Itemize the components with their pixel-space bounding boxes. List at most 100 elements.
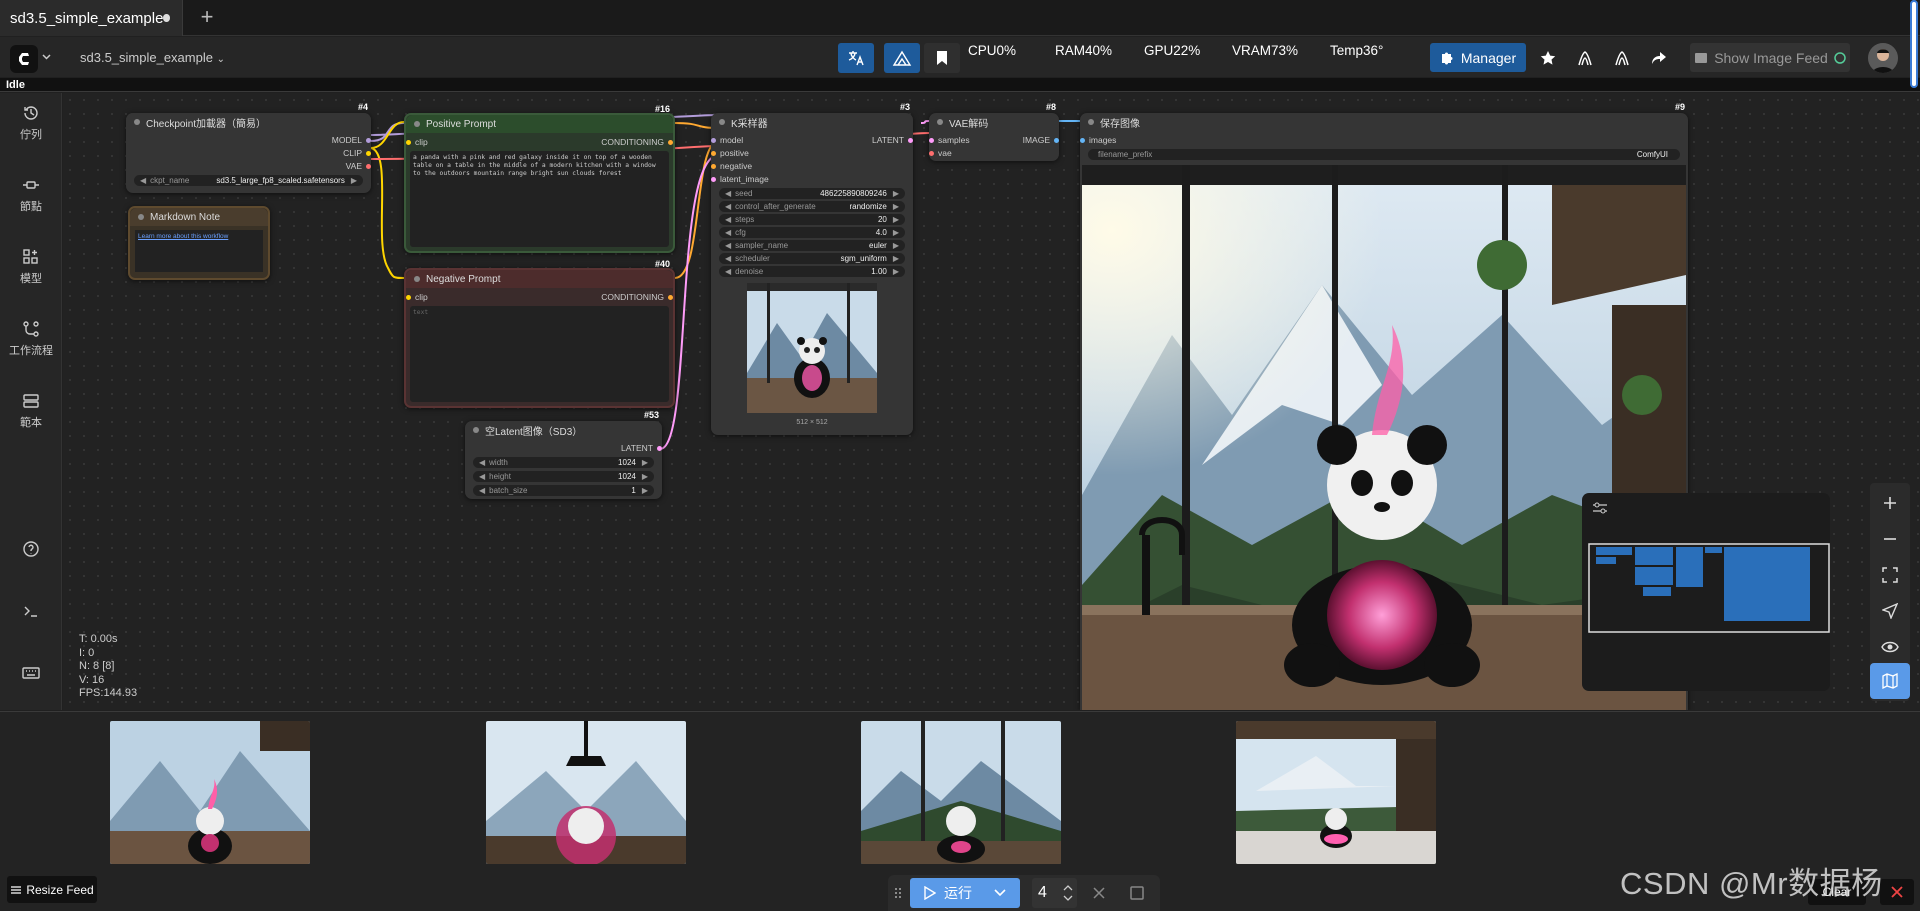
new-tab-button[interactable]: + xyxy=(196,6,218,29)
input-positive[interactable]: positive xyxy=(711,148,749,158)
node-negative-prompt[interactable]: #40 Negative Prompt clip CONDITIONING te… xyxy=(404,259,675,408)
output-clip[interactable]: CLIP xyxy=(343,148,371,158)
markdown-link[interactable]: Learn more about this workflow xyxy=(135,230,263,272)
widget-denoise[interactable]: ◀ denoise 1.00 ▶ xyxy=(719,266,905,277)
widget-value: ComfyUI xyxy=(1636,150,1668,159)
node-header[interactable]: Positive Prompt xyxy=(406,115,673,133)
node-header[interactable]: 空Latent图像（SD3） xyxy=(465,421,662,439)
drag-handle-icon[interactable] xyxy=(894,887,902,899)
star-button[interactable] xyxy=(1530,43,1566,73)
node-header[interactable]: VAE解码 xyxy=(929,113,1059,131)
widget-cfg[interactable]: ◀ cfg 4.0 ▶ xyxy=(719,227,905,238)
feed-thumbnail[interactable] xyxy=(861,721,1061,864)
feed-thumbnail[interactable] xyxy=(486,721,686,864)
output-image[interactable]: IMAGE xyxy=(1023,135,1059,145)
close-feed-button[interactable] xyxy=(1880,879,1914,905)
minimap-toggle-button[interactable] xyxy=(1870,663,1910,699)
feed-thumbnail[interactable] xyxy=(1236,721,1436,864)
output-latent[interactable]: LATENT xyxy=(621,443,662,453)
output-conditioning[interactable]: CONDITIONING xyxy=(601,137,673,147)
widget-height[interactable]: ◀ height 1024 ▶ xyxy=(473,471,654,482)
positive-prompt-text[interactable]: a panda with a pink and red galaxy insid… xyxy=(410,151,669,247)
terminal-button[interactable] xyxy=(0,583,62,639)
zoom-out-button[interactable] xyxy=(1870,521,1910,557)
node-vae-decode[interactable]: #8 VAE解码 samples vae IMAGE xyxy=(929,102,1059,161)
widget-ckpt-name[interactable]: ◀ ckpt_name sd3.5_large_fp8_scaled.safete… xyxy=(134,175,363,186)
chevron-down-icon[interactable] xyxy=(994,889,1006,897)
model-icon xyxy=(23,249,38,264)
input-vae[interactable]: vae xyxy=(929,148,952,158)
widget-steps[interactable]: ◀ steps 20 ▶ xyxy=(719,214,905,225)
output-vae[interactable]: VAE xyxy=(346,161,371,171)
minimap[interactable] xyxy=(1582,493,1830,691)
input-latent-image[interactable]: latent_image xyxy=(711,174,769,184)
translate-button[interactable] xyxy=(838,43,874,73)
widget-batch-size[interactable]: ◀ batch_size 1 ▶ xyxy=(473,485,654,496)
node-ksampler[interactable]: #3 K采样器 model positive negative latent_i… xyxy=(711,102,913,435)
widget-sampler-name[interactable]: ◀ sampler_name euler ▶ xyxy=(719,240,905,251)
show-image-feed-button[interactable]: Show Image Feed xyxy=(1690,43,1850,72)
node-header[interactable]: 保存图像 xyxy=(1080,113,1688,131)
node-header[interactable]: K采样器 xyxy=(711,113,913,131)
widget-filename-prefix[interactable]: filename_prefix ComfyUI xyxy=(1088,149,1680,160)
fit-view-button[interactable] xyxy=(1870,557,1910,593)
select-mode-button[interactable] xyxy=(1870,593,1910,629)
run-button[interactable]: 运行 xyxy=(910,878,1020,908)
cancel-icon[interactable] xyxy=(1093,887,1105,899)
zoom-in-button[interactable] xyxy=(1870,485,1910,521)
tab-label: sd3.5_simple_example xyxy=(10,9,164,27)
widget-scheduler[interactable]: ◀ scheduler sgm_uniform ▶ xyxy=(719,253,905,264)
input-model[interactable]: model xyxy=(711,135,743,145)
node-header[interactable]: Markdown Note xyxy=(130,208,268,226)
input-clip[interactable]: clip xyxy=(406,292,428,302)
history-icon xyxy=(24,106,38,120)
bookmark-button[interactable] xyxy=(924,43,960,73)
node-header[interactable]: Checkpoint加載器（簡易） xyxy=(126,113,371,131)
widget-value: sd3.5_large_fp8_scaled.safetensors xyxy=(216,176,345,185)
stepper-icon[interactable] xyxy=(1063,883,1073,903)
stop-icon[interactable] xyxy=(1130,886,1144,900)
sidebar-item-workflows[interactable]: 工作流程 xyxy=(0,311,62,367)
batch-count-input[interactable]: 4 xyxy=(1032,878,1077,908)
resize-feed-button[interactable]: Resize Feed xyxy=(7,876,97,903)
help-button[interactable] xyxy=(0,521,62,577)
toggle-links-button[interactable] xyxy=(1870,629,1910,665)
scrollbar[interactable] xyxy=(1910,0,1918,88)
sidebar-item-models[interactable]: 模型 xyxy=(0,239,62,295)
model-manager-button[interactable] xyxy=(1567,43,1603,73)
input-samples[interactable]: samples xyxy=(929,135,970,145)
widget-width[interactable]: ◀ width 1024 ▶ xyxy=(473,457,654,468)
node-positive-prompt[interactable]: #16 Positive Prompt clip CONDITIONING a … xyxy=(404,104,675,253)
comfy-logo[interactable] xyxy=(10,45,38,73)
output-conditioning[interactable]: CONDITIONING xyxy=(601,292,673,302)
widget-seed[interactable]: ◀ seed 486225890809246 ▶ xyxy=(719,188,905,199)
output-latent[interactable]: LATENT xyxy=(872,135,913,145)
widget-control-after-generate[interactable]: ◀ control_after_generate randomize ▶ xyxy=(719,201,905,212)
feed-thumbnail[interactable] xyxy=(110,721,310,864)
workflow-name-dropdown[interactable]: sd3.5_simple_example ⌄ xyxy=(80,50,225,65)
chevron-down-icon[interactable] xyxy=(42,54,51,60)
slot-label: LATENT xyxy=(872,135,904,145)
custom-nodes-button[interactable] xyxy=(1604,43,1640,73)
node-header[interactable]: Negative Prompt xyxy=(406,270,673,288)
manager-button[interactable]: Manager xyxy=(1430,43,1526,72)
sidebar-item-queue[interactable]: 佇列 xyxy=(0,95,62,151)
node-canvas[interactable]: #4 Checkpoint加載器（簡易） MODEL CLIP VAE ◀ ck… xyxy=(63,93,1920,710)
output-model[interactable]: MODEL xyxy=(332,135,371,145)
input-images[interactable]: images xyxy=(1080,135,1116,145)
input-clip[interactable]: clip xyxy=(406,137,428,147)
node-empty-latent[interactable]: #53 空Latent图像（SD3） LATENT ◀ width 1024 ▶ ◀… xyxy=(465,410,662,499)
node-checkpoint-loader[interactable]: #4 Checkpoint加載器（簡易） MODEL CLIP VAE ◀ ck… xyxy=(126,102,371,193)
sidebar-item-templates[interactable]: 範本 xyxy=(0,383,62,439)
input-negative[interactable]: negative xyxy=(711,161,752,171)
node-markdown-note[interactable]: Markdown Note Learn more about this work… xyxy=(128,206,270,280)
mountain-button[interactable] xyxy=(884,43,920,73)
keyboard-button[interactable] xyxy=(0,645,62,701)
tab-workflow[interactable]: sd3.5_simple_example xyxy=(0,0,183,36)
negative-prompt-text[interactable]: text xyxy=(410,306,669,402)
settings-sliders-icon[interactable] xyxy=(1592,501,1608,515)
sidebar-item-nodes[interactable]: 節點 xyxy=(0,167,62,223)
template-icon xyxy=(23,394,39,408)
share-button[interactable] xyxy=(1641,43,1677,73)
avatar[interactable] xyxy=(1868,43,1898,73)
